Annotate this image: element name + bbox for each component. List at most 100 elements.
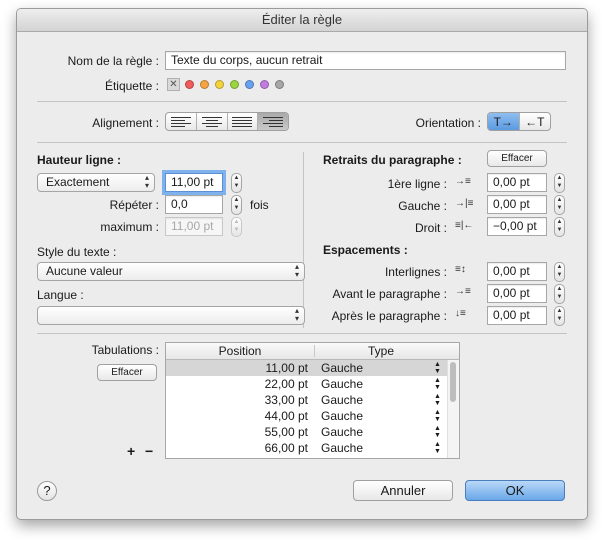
popup-arrows-icon: ▴ ▾ — [144, 173, 149, 190]
right-indent-icon: ≡|← — [455, 220, 474, 231]
tag-color-dot[interactable] — [200, 80, 209, 89]
tag-color-dot[interactable] — [275, 80, 284, 89]
line-spacing-input[interactable]: 0,00 pt — [487, 262, 547, 281]
line-height-input[interactable]: 11,00 pt — [165, 173, 223, 192]
tab-type-arrows-icon[interactable]: ▲ ▼ — [434, 441, 441, 455]
clear-tabs-button[interactable]: Effacer — [97, 364, 157, 381]
tabs-label: Tabulations : — [91, 343, 159, 357]
space-after-icon: ↓≡ — [455, 308, 466, 319]
tab-type-arrows-icon[interactable]: ▲ ▼ — [434, 393, 441, 407]
scrollbar-thumb[interactable] — [450, 362, 456, 402]
line-spacing-stepper[interactable]: ▲ ▼ — [554, 262, 565, 282]
left-indent-input[interactable]: 0,00 pt — [487, 195, 547, 214]
clear-indents-button[interactable]: Effacer — [487, 150, 547, 167]
tab-position-cell: 55,00 pt — [264, 425, 308, 439]
tab-type-cell[interactable]: Gauche — [321, 376, 363, 392]
tab-type-cell[interactable]: Gauche — [321, 392, 363, 408]
tag-color-dot[interactable] — [230, 80, 239, 89]
table-row[interactable]: 33,00 pt Gauche ▲ ▼ — [166, 392, 448, 408]
align-justify-button[interactable] — [226, 113, 258, 130]
alignment-control — [165, 112, 289, 131]
space-before-input[interactable]: 0,00 pt — [487, 284, 547, 303]
tabs-table-header: Position Type — [166, 343, 459, 360]
maximum-stepper[interactable]: ▲ ▼ — [231, 217, 242, 237]
repeat-label: Répéter : — [109, 198, 159, 212]
maximum-label: maximum : — [100, 220, 159, 234]
column-separator — [303, 152, 304, 328]
language-popup[interactable]: ▴ ▾ — [37, 306, 305, 325]
table-row[interactable]: 11,00 pt Gauche ▲ ▼ — [166, 360, 448, 376]
tabs-table: Position Type 11,00 pt Gauche ▲ ▼ 22,00 pt Ga… — [165, 342, 460, 459]
space-after-stepper[interactable]: ▲ ▼ — [554, 306, 565, 326]
maximum-input[interactable]: 11,00 pt — [165, 217, 223, 236]
space-after-label: Après le paragraphe : — [331, 309, 447, 323]
space-after-input[interactable]: 0,00 pt — [487, 306, 547, 325]
tab-type-arrows-icon[interactable]: ▲ ▼ — [434, 377, 441, 391]
type-column-header[interactable]: Type — [315, 343, 447, 359]
ok-button[interactable]: OK — [465, 480, 565, 501]
dialog-window: Éditer la règle Nom de la règle : Texte … — [16, 8, 588, 520]
tab-position-cell: 44,00 pt — [264, 409, 308, 423]
align-right-button[interactable] — [257, 113, 288, 130]
orientation-label: Orientation : — [415, 116, 481, 130]
align-right-icon — [263, 116, 284, 127]
tab-type-cell[interactable]: Gauche — [321, 360, 363, 376]
align-center-button[interactable] — [195, 113, 227, 130]
align-left-button[interactable] — [166, 113, 196, 130]
language-label: Langue : — [37, 288, 84, 302]
position-column-header[interactable]: Position — [166, 343, 314, 359]
repeat-stepper[interactable]: ▲ ▼ — [231, 195, 242, 215]
rule-name-label: Nom de la règle : — [67, 54, 159, 68]
add-tab-button[interactable]: + — [127, 443, 135, 459]
line-height-mode-popup[interactable]: Exactement ▴ ▾ — [37, 173, 155, 192]
right-indent-stepper[interactable]: ▲ ▼ — [554, 217, 565, 237]
orientation-ltr-button[interactable]: T→ — [488, 113, 519, 130]
tab-type-arrows-icon[interactable]: ▲ ▼ — [434, 409, 441, 423]
first-line-stepper[interactable]: ▲ ▼ — [554, 173, 565, 193]
cancel-button[interactable]: Annuler — [353, 480, 453, 501]
text-style-popup[interactable]: Aucune valeur ▴ ▾ — [37, 262, 305, 281]
line-height-heading: Hauteur ligne : — [37, 153, 122, 167]
space-before-icon: →≡ — [455, 286, 471, 297]
tab-type-cell[interactable]: Gauche — [321, 440, 363, 456]
first-line-input[interactable]: 0,00 pt — [487, 173, 547, 192]
first-line-indent-icon: →≡ — [455, 176, 471, 187]
line-spacing-label: Interlignes : — [384, 265, 447, 279]
indents-heading: Retraits du paragraphe : — [323, 153, 462, 167]
orientation-rtl-button[interactable]: ←T — [518, 113, 551, 130]
space-before-label: Avant le paragraphe : — [332, 287, 447, 301]
tag-color-dot[interactable] — [260, 80, 269, 89]
align-center-icon — [201, 116, 222, 127]
table-row[interactable]: 44,00 pt Gauche ▲ ▼ — [166, 408, 448, 424]
spacing-heading: Espacements : — [323, 243, 408, 257]
left-indent-stepper[interactable]: ▲ ▼ — [554, 195, 565, 215]
align-left-icon — [170, 116, 191, 127]
table-row[interactable]: 66,00 pt Gauche ▲ ▼ — [166, 440, 448, 456]
tab-type-arrows-icon[interactable]: ▲ ▼ — [434, 425, 441, 439]
tag-color-list — [185, 80, 295, 90]
line-height-mode-value: Exactement — [46, 175, 110, 189]
separator — [37, 101, 567, 102]
rule-name-input[interactable]: Texte du corps, aucun retrait — [165, 51, 566, 70]
right-indent-input[interactable]: −0,00 pt — [487, 217, 547, 236]
tag-none-icon[interactable]: ✕ — [167, 78, 180, 91]
tab-type-cell[interactable]: Gauche — [321, 424, 363, 440]
table-row[interactable]: 22,00 pt Gauche ▲ ▼ — [166, 376, 448, 392]
tag-color-dot[interactable] — [245, 80, 254, 89]
right-indent-label: Droit : — [414, 221, 447, 235]
table-row[interactable]: 55,00 pt Gauche ▲ ▼ — [166, 424, 448, 440]
tab-type-arrows-icon[interactable]: ▲ ▼ — [434, 361, 441, 375]
popup-arrows-icon: ▴ ▾ — [294, 262, 299, 279]
remove-tab-button[interactable]: − — [145, 443, 153, 459]
space-before-stepper[interactable]: ▲ ▼ — [554, 284, 565, 304]
separator — [37, 333, 567, 334]
tab-position-cell: 22,00 pt — [264, 377, 308, 391]
tabs-scrollbar[interactable] — [447, 360, 459, 458]
help-button[interactable]: ? — [37, 481, 57, 501]
repeat-input[interactable]: 0,0 — [165, 195, 223, 214]
line-height-stepper[interactable]: ▲ ▼ — [231, 173, 242, 193]
tag-color-dot[interactable] — [215, 80, 224, 89]
first-line-label: 1ère ligne : — [387, 177, 447, 191]
tab-type-cell[interactable]: Gauche — [321, 408, 363, 424]
tag-color-dot[interactable] — [185, 80, 194, 89]
